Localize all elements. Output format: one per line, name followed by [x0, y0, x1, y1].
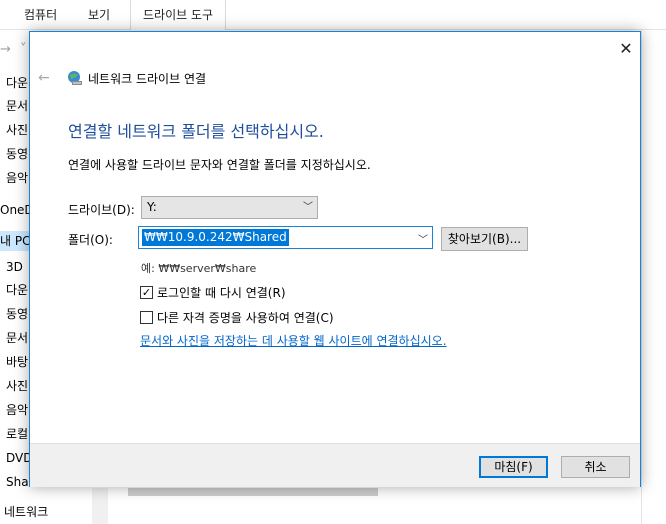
sidebar-item-3d-objects[interactable]: 3D — [0, 257, 30, 277]
sidebar-item-network[interactable]: 네트워크 — [0, 500, 60, 524]
drive-select[interactable]: Y: ﹀ — [141, 196, 318, 219]
sidebar-item-music-pc[interactable]: 음악 — [0, 400, 30, 420]
tab-computer[interactable]: 컴퓨터 — [24, 0, 57, 30]
credentials-checkbox[interactable] — [140, 311, 153, 324]
sidebar-item-onedrive[interactable]: OneD — [0, 200, 30, 220]
cancel-button[interactable]: 취소 — [561, 456, 630, 478]
reconnect-label: 로그인할 때 다시 연결(R) — [157, 286, 286, 300]
folder-input[interactable]: ₩₩10.9.0.242₩Shared ﹀ — [138, 226, 433, 249]
sidebar-item-videos[interactable]: 동영 — [0, 144, 30, 164]
chevron-down-icon[interactable]: ﹀ — [418, 231, 428, 246]
dialog-title: 네트워크 드라이브 연결 — [88, 72, 207, 86]
sidebar-item-pictures-pc[interactable]: 사진 — [0, 376, 30, 396]
drive-select-value: Y: — [147, 200, 157, 214]
back-arrow-icon[interactable]: ← — [38, 70, 50, 86]
sidebar-item-videos-pc[interactable]: 동영 — [0, 304, 30, 324]
drive-label: 드라이브(D): — [68, 203, 135, 217]
sidebar-item-this-pc[interactable]: 내 PC — [0, 231, 30, 251]
reconnect-option[interactable]: ✓ 로그인할 때 다시 연결(R) — [140, 284, 286, 301]
horizontal-scrollbar-thumb[interactable] — [128, 488, 378, 496]
sidebar-scrollbar[interactable] — [92, 488, 108, 524]
close-button[interactable]: ✕ — [612, 32, 640, 64]
browse-button[interactable]: 찾아보기(B)... — [441, 227, 528, 251]
sidebar-item-pictures[interactable]: 사진 — [0, 120, 30, 140]
explorer-sidebar: 다운 문서 사진 동영 음악 OneD 내 PC 3D 다운 동영 문서 바탕 … — [0, 67, 30, 524]
reconnect-checkbox[interactable]: ✓ — [140, 286, 153, 299]
map-network-drive-dialog: ✕ ← 네트워크 드라이브 연결 연결할 네트워크 폴더를 선택하십시오. 연결… — [29, 31, 641, 487]
tab-drive-tools[interactable]: 드라이브 도구 — [130, 0, 227, 30]
sidebar-item-downloads[interactable]: 다운 — [0, 73, 30, 93]
forward-arrow-icon[interactable]: → — [0, 42, 11, 57]
chevron-down-icon: ﹀ — [303, 202, 313, 213]
explorer-ribbon: 컴퓨터 보기 드라이브 도구 — [0, 0, 666, 30]
dialog-footer: 마침(F) 취소 — [30, 443, 640, 487]
dialog-heading: 연결할 네트워크 폴더를 선택하십시오. — [68, 122, 324, 141]
credentials-option[interactable]: 다른 자격 증명을 사용하여 연결(C) — [140, 309, 334, 326]
dialog-instruction: 연결에 사용할 드라이브 문자와 연결할 폴더를 지정하십시오. — [68, 158, 371, 172]
sidebar-item-desktop[interactable]: 바탕 — [0, 352, 30, 372]
tab-view[interactable]: 보기 — [88, 0, 110, 30]
close-icon: ✕ — [619, 38, 633, 58]
sidebar-item-documents-pc[interactable]: 문서 — [0, 328, 30, 348]
network-drive-icon — [68, 71, 82, 85]
credentials-label: 다른 자격 증명을 사용하여 연결(C) — [157, 311, 334, 325]
up-chevron-icon[interactable]: ˅ — [20, 42, 27, 57]
finish-button[interactable]: 마침(F) — [479, 456, 548, 478]
sidebar-item-music[interactable]: 음악 — [0, 168, 30, 188]
explorer-right-edge — [641, 30, 666, 524]
sidebar-item-local-disk[interactable]: 로컬 — [0, 424, 30, 444]
sidebar-item-downloads-pc[interactable]: 다운 — [0, 280, 30, 300]
sidebar-item-documents[interactable]: 문서 — [0, 96, 30, 116]
sidebar-item-dvd[interactable]: DVD — [0, 448, 30, 468]
folder-example: 예: ₩₩server₩share — [141, 262, 257, 275]
folder-label: 폴더(O): — [68, 233, 113, 247]
folder-input-value: ₩₩10.9.0.242₩Shared — [142, 229, 289, 246]
web-site-link[interactable]: 문서와 사진을 저장하는 데 사용할 웹 사이트에 연결하십시오. — [140, 332, 447, 349]
